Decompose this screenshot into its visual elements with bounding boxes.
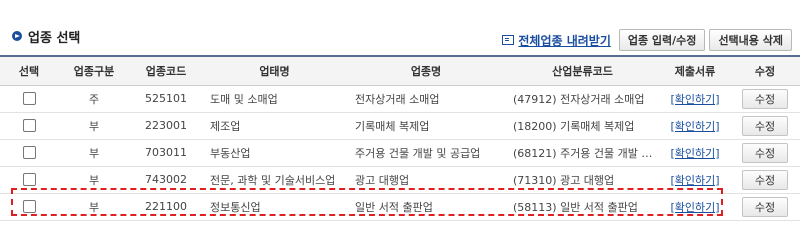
cell-type: 부 bbox=[58, 139, 130, 167]
cell-ksic: (47912) 전자상거래 소매업 bbox=[505, 85, 660, 113]
download-all-link[interactable]: 전체업종 내려받기 bbox=[502, 32, 611, 49]
cell-code: 703011 bbox=[130, 139, 202, 167]
cell-industry: 광고 대행업 bbox=[347, 166, 505, 194]
cell-code: 743002 bbox=[130, 166, 202, 194]
edit-button[interactable]: 수정 bbox=[742, 115, 788, 136]
download-all-label: 전체업종 내려받기 bbox=[518, 33, 611, 48]
cell-type: 부 bbox=[58, 166, 130, 194]
delete-selected-button[interactable]: 선택내용 삭제 bbox=[709, 29, 792, 51]
edit-button[interactable]: 수정 bbox=[742, 196, 788, 217]
row-checkbox[interactable] bbox=[22, 146, 36, 160]
toolbar: 전체업종 내려받기 업종 입력/수정 선택내용 삭제 bbox=[502, 29, 792, 51]
cell-industry: 전자상거래 소매업 bbox=[347, 85, 505, 113]
header-edit: 수정 bbox=[730, 55, 800, 86]
header-industry: 업종명 bbox=[347, 55, 505, 86]
header-docs: 제출서류 bbox=[660, 55, 730, 86]
table-header-row: 선택 업종구분 업종코드 업태명 업종명 산업분류코드 제출서류 수정 bbox=[0, 55, 800, 86]
confirm-docs-link[interactable]: [확인하기] bbox=[670, 120, 719, 133]
input-edit-button[interactable]: 업종 입력/수정 bbox=[618, 29, 706, 51]
industry-table: 선택 업종구분 업종코드 업태명 업종명 산업분류코드 제출서류 수정 주 52… bbox=[0, 55, 800, 221]
cell-industry: 일반 서적 출판업 bbox=[347, 193, 505, 221]
cell-ksic: (71310) 광고 대행업 bbox=[505, 166, 660, 194]
confirm-docs-link[interactable]: [확인하기] bbox=[670, 147, 719, 160]
cell-business-type: 전문, 과학 및 기술서비스업 bbox=[202, 166, 347, 194]
header-business-type: 업태명 bbox=[202, 55, 347, 86]
table-row: 부 703011 부동산업 주거용 건물 개발 및 공급업 (68121) 주거… bbox=[0, 139, 800, 167]
confirm-docs-link[interactable]: [확인하기] bbox=[670, 201, 719, 214]
edit-button[interactable]: 수정 bbox=[742, 142, 788, 163]
cell-industry: 주거용 건물 개발 및 공급업 bbox=[347, 139, 505, 167]
header-ksic: 산업분류코드 bbox=[505, 55, 660, 86]
header-code: 업종코드 bbox=[130, 55, 202, 86]
table-row: 주 525101 도매 및 소매업 전자상거래 소매업 (47912) 전자상거… bbox=[0, 85, 800, 113]
section-title: 업종 선택 bbox=[12, 27, 81, 46]
cell-business-type: 부동산업 bbox=[202, 139, 347, 167]
cell-ksic: (58113) 일반 서적 출판업 bbox=[505, 193, 660, 221]
edit-button[interactable]: 수정 bbox=[742, 88, 788, 109]
cell-ksic: (18200) 기록매체 복제업 bbox=[505, 112, 660, 140]
cell-code: 223001 bbox=[130, 112, 202, 140]
confirm-docs-link[interactable]: [확인하기] bbox=[670, 174, 719, 187]
document-icon bbox=[502, 35, 515, 45]
header-select: 선택 bbox=[0, 55, 58, 86]
table-row: 부 221100 정보통신업 일반 서적 출판업 (58113) 일반 서적 출… bbox=[0, 193, 800, 221]
cell-business-type: 도매 및 소매업 bbox=[202, 85, 347, 113]
cell-type: 부 bbox=[58, 193, 130, 221]
bullet-arrow-icon bbox=[12, 31, 22, 41]
cell-code: 525101 bbox=[130, 85, 202, 113]
cell-code: 221100 bbox=[130, 193, 202, 221]
cell-business-type: 정보통신업 bbox=[202, 193, 347, 221]
cell-ksic: (68121) 주거용 건물 개발 및 … bbox=[505, 139, 660, 167]
row-checkbox[interactable] bbox=[22, 200, 36, 214]
header-type: 업종구분 bbox=[58, 55, 130, 86]
cell-industry: 기록매체 복제업 bbox=[347, 112, 505, 140]
edit-button[interactable]: 수정 bbox=[742, 169, 788, 190]
row-checkbox[interactable] bbox=[22, 119, 36, 133]
confirm-docs-link[interactable]: [확인하기] bbox=[670, 93, 719, 106]
table-row: 부 223001 제조업 기록매체 복제업 (18200) 기록매체 복제업 [… bbox=[0, 112, 800, 140]
cell-business-type: 제조업 bbox=[202, 112, 347, 140]
section-title-text: 업종 선택 bbox=[28, 30, 81, 46]
row-checkbox[interactable] bbox=[22, 92, 36, 106]
row-checkbox[interactable] bbox=[22, 173, 36, 187]
cell-type: 부 bbox=[58, 112, 130, 140]
table-row: 부 743002 전문, 과학 및 기술서비스업 광고 대행업 (71310) … bbox=[0, 166, 800, 194]
cell-type: 주 bbox=[58, 85, 130, 113]
